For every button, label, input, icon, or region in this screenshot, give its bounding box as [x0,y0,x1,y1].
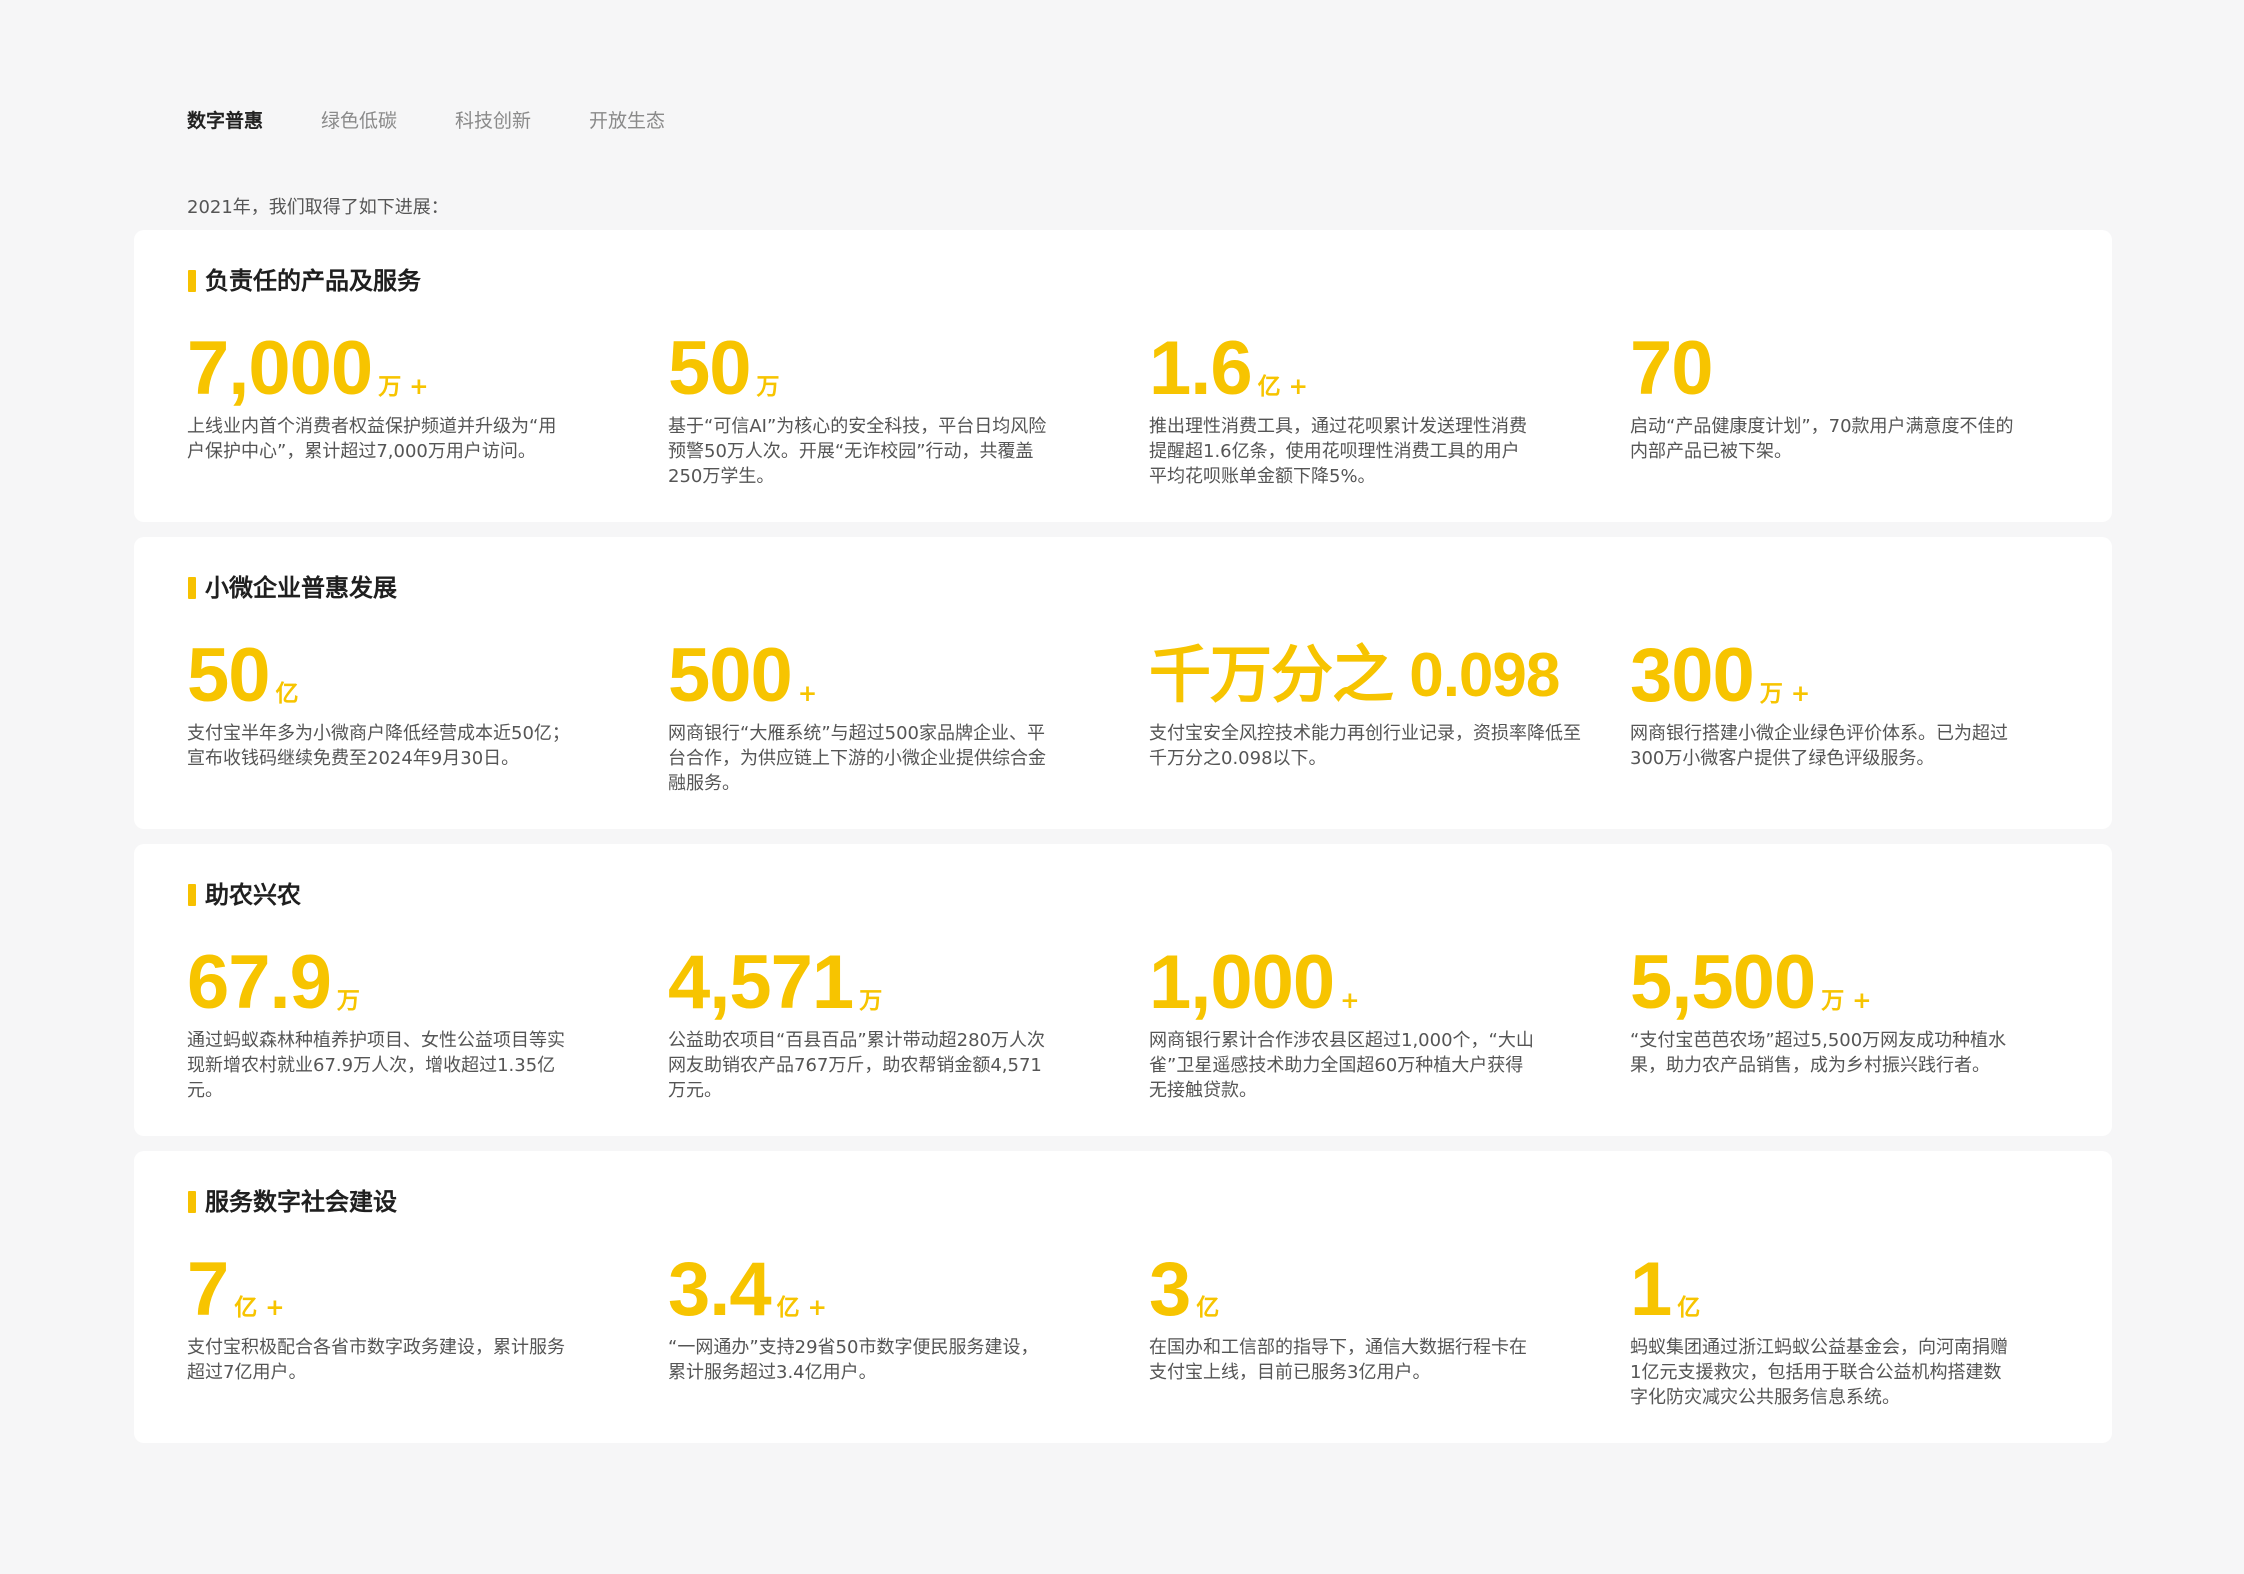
section-title: 负责任的产品及服务 [188,266,421,296]
section-title: 服务数字社会建设 [188,1187,397,1217]
stat-unit: 亿 + [234,1295,285,1321]
stat-description: 启动“产品健康度计划”，70款用户满意度不佳的内部产品已被下架。 [1630,416,2014,462]
section-title: 助农兴农 [188,880,301,910]
stat-card: 7亿 + 支付宝积极配合各省市数字政务建设，累计服务超过7亿用户。 [187,1251,572,1385]
stat-unit: 亿 [1677,1295,1701,1321]
stat-value: 3 [1149,1247,1191,1332]
tab-tech-innovation[interactable]: 科技创新 [455,106,531,133]
stat-value: 70 [1630,326,1714,411]
stat-description: 网商银行搭建小微企业绿色评价体系。已为超过300万小微客户提供了绿色评级服务。 [1630,723,2008,769]
section-digital-society: 服务数字社会建设 7亿 + 支付宝积极配合各省市数字政务建设，累计服务超过7亿用… [134,1151,2112,1443]
section-agriculture: 助农兴农 67.9 万 通过蚂蚁森林种植养护项目、女性公益项目等实现新增农村就业6… [134,844,2112,1136]
stat-card: 1,000 + 网商银行累计合作涉农县区超过1,000个，“大山雀”卫星遥感技术助… [1149,944,1534,1103]
stat-card: 300 万 + 网商银行搭建小微企业绿色评价体系。已为超过300万小微客户提供了绿… [1630,637,2015,771]
stat-card: 70 启动“产品健康度计划”，70款用户满意度不佳的内部产品已被下架。 [1630,330,2015,464]
stat-card: 5,500 万 + “支付宝芭芭农场”超过5,500万网友成功种植水果，助力农产品… [1630,944,2015,1078]
stat-unit: 万 + [378,374,429,400]
tab-digital-inclusion[interactable]: 数字普惠 [187,106,263,133]
stat-description: 在国办和工信部的指导下，通信大数据行程卡在支付宝上线，目前已服务3亿用户。 [1149,1337,1527,1383]
tab-open-ecosystem[interactable]: 开放生态 [589,106,665,133]
stat-value: 500 [668,633,793,718]
stat-value: 4,571 [668,940,854,1025]
stat-description: 通过蚂蚁森林种植养护项目、女性公益项目等实现新增农村就业67.9万人次，增收超过… [187,1030,565,1101]
stat-value: 千万分之 0.098 [1149,641,1560,710]
section-title: 小微企业普惠发展 [188,573,397,603]
stat-value: 1,000 [1149,940,1335,1025]
stat-description: 网商银行“大雁系统”与超过500家品牌企业、平台合作，为供应链上下游的小微企业提… [668,723,1046,794]
stat-unit: 亿 + [1257,374,1308,400]
stat-description: “一网通办”支持29省50市数字便民服务建设，累计服务超过3.4亿用户。 [668,1337,1039,1383]
stat-description: 公益助农项目“百县百品”累计带动超280万人次网友助销农产品767万斤，助农帮销… [668,1030,1046,1101]
stat-unit: + [1340,988,1360,1014]
stat-value: 67.9 [187,940,332,1025]
stat-card: 3亿 在国办和工信部的指导下，通信大数据行程卡在支付宝上线，目前已服务3亿用户。 [1149,1251,1534,1385]
stat-value: 50 [668,326,752,411]
intro-text: 2021年，我们取得了如下进展： [187,197,449,218]
stat-unit: 万 + [1821,988,1872,1014]
stat-unit: 万 + [1759,681,1811,707]
stat-card: 4,571 万 公益助农项目“百县百品”累计带动超280万人次网友助销农产品767… [668,944,1053,1103]
stat-card: 500 + 网商银行“大雁系统”与超过500家品牌企业、平台合作，为供应链上下游的… [668,637,1053,796]
stat-description: 网商银行累计合作涉农县区超过1,000个，“大山雀”卫星遥感技术助力全国超60万… [1149,1030,1534,1101]
stat-unit: 亿 [275,681,299,707]
stat-description: 基于“可信AI”为核心的安全科技，平台日均风险预警50万人次。开展“无诈校园”行… [668,416,1047,487]
stat-card: 1.6 亿 + 推出理性消费工具，通过花呗累计发送理性消费提醒超1.6亿条，使用花… [1149,330,1534,489]
stat-description: 蚂蚁集团通过浙江蚂蚁公益基金会，向河南捐赠1亿元支援救灾，包括用于联合公益机构搭… [1630,1337,2008,1408]
stat-value: 300 [1630,633,1755,718]
section-responsible-products: 负责任的产品及服务 7,000 万 + 上线业内首个消费者权益保护频道并升级为“用… [134,230,2112,522]
stat-card: 7,000 万 + 上线业内首个消费者权益保护频道并升级为“用户保护中心”，累计超… [187,330,572,464]
stat-description: “支付宝芭芭农场”超过5,500万网友成功种植水果，助力农产品销售，成为乡村振兴… [1630,1030,2007,1076]
section-small-business: 小微企业普惠发展 50 亿 支付宝半年多为小微商户降低经营成本近50亿；宣布收钱码… [134,537,2112,829]
stat-value: 7,000 [187,326,373,411]
stat-unit: + [797,681,818,707]
stat-description: 支付宝半年多为小微商户降低经营成本近50亿；宣布收钱码继续免费至2024年9月3… [187,723,570,769]
stat-card: 50 亿 支付宝半年多为小微商户降低经营成本近50亿；宣布收钱码继续免费至2024… [187,637,572,771]
stat-value: 3.4 [668,1247,772,1332]
stat-description: 上线业内首个消费者权益保护频道并升级为“用户保护中心”，累计超过7,000万用户… [187,416,557,462]
stat-unit: 亿 [1196,1295,1220,1321]
stat-description: 支付宝积极配合各省市数字政务建设，累计服务超过7亿用户。 [187,1337,565,1383]
stat-value: 7 [187,1247,229,1332]
stat-value: 50 [187,633,271,718]
stat-value: 1 [1630,1247,1672,1332]
stat-unit: 万 [336,988,360,1014]
stat-card: 3.4 亿 + “一网通办”支持29省50市数字便民服务建设，累计服务超过3.4亿… [668,1251,1053,1385]
tab-bar: 数字普惠 绿色低碳 科技创新 开放生态 [187,106,665,133]
stat-unit: 万 [756,374,780,400]
stat-unit: 亿 + [776,1295,827,1321]
stat-card: 千万分之 0.098 支付宝安全风控技术能力再创行业记录，资损率降低至千万分之0… [1149,637,1589,771]
stat-description: 推出理性消费工具，通过花呗累计发送理性消费提醒超1.6亿条，使用花呗理性消费工具… [1149,416,1527,487]
stat-value: 5,500 [1630,940,1816,1025]
stat-description: 支付宝安全风控技术能力再创行业记录，资损率降低至千万分之0.098以下。 [1149,723,1581,769]
stat-card: 50 万 基于“可信AI”为核心的安全科技，平台日均风险预警50万人次。开展“无诈… [668,330,1053,489]
stat-unit: 万 [859,988,883,1014]
stat-card: 1亿 蚂蚁集团通过浙江蚂蚁公益基金会，向河南捐赠1亿元支援救灾，包括用于联合公益… [1630,1251,2015,1410]
stat-value: 1.6 [1149,326,1253,411]
tab-green-low-carbon[interactable]: 绿色低碳 [321,106,397,133]
stat-card: 67.9 万 通过蚂蚁森林种植养护项目、女性公益项目等实现新增农村就业67.9万人… [187,944,572,1103]
